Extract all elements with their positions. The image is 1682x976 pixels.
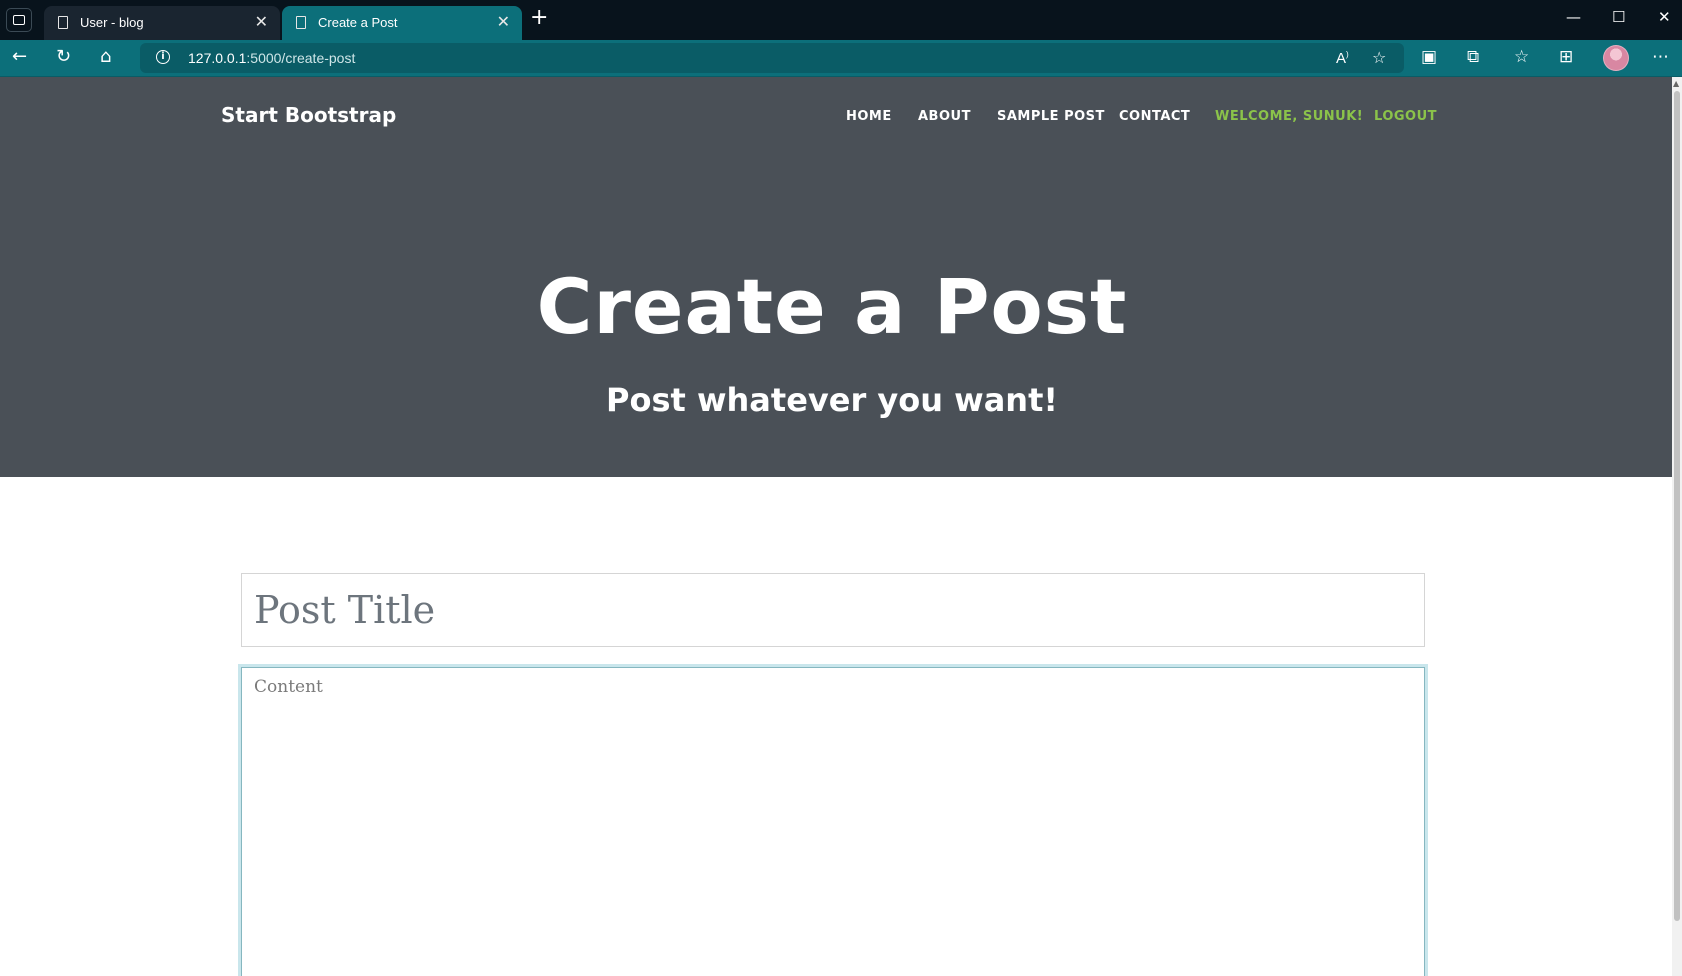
tab-create-post[interactable]: Create a Post ✕ [282,6,522,40]
close-icon[interactable]: ✕ [497,12,510,32]
nav-contact[interactable]: CONTACT [1119,109,1190,124]
extensions-icon[interactable]: ⧉ [1467,47,1479,67]
page-scrollbar[interactable]: ▲ [1672,77,1682,976]
tab-user-blog[interactable]: User - blog ✕ [44,6,280,40]
url-host: 127.0.0.1 [188,50,247,66]
browser-title-bar: User - blog ✕ Create a Post ✕ + — ☐ ✕ [0,0,1682,40]
browser-toolbar: ← ↻ ⌂ i 127.0.0.1:5000/create-post A) ☆ … [0,40,1682,77]
url-path: :5000/create-post [246,50,356,66]
scroll-up-icon[interactable]: ▲ [1673,79,1679,88]
site-info-icon[interactable]: i [156,50,170,64]
page-icon [296,16,306,29]
page-icon [58,16,68,29]
nav-logout[interactable]: LOGOUT [1374,109,1437,124]
page-subtitle: Post whatever you want! [606,381,1058,419]
content-field-wrapper [241,667,1425,976]
add-favorite-icon[interactable]: ☆ [1372,48,1386,67]
new-tab-button[interactable]: + [530,5,548,30]
address-bar[interactable]: i 127.0.0.1:5000/create-post A) ☆ [140,43,1404,73]
read-aloud-icon[interactable]: A) [1336,50,1349,67]
nav-home[interactable]: HOME [846,109,892,124]
refresh-icon[interactable]: ↻ [56,46,71,67]
immersive-reader-icon[interactable]: ▣ [1421,47,1437,67]
nav-sample-post[interactable]: SAMPLE POST [997,109,1105,124]
home-icon[interactable]: ⌂ [100,46,111,67]
page-viewport: Start Bootstrap HOME ABOUT SAMPLE POST C… [0,77,1672,976]
tab-actions-icon[interactable] [6,8,32,32]
back-icon[interactable]: ← [12,46,27,67]
favorites-icon[interactable]: ☆ [1514,47,1529,67]
masthead: Start Bootstrap HOME ABOUT SAMPLE POST C… [0,77,1672,477]
collections-icon[interactable]: ⊞ [1559,47,1573,67]
post-title-input[interactable] [241,573,1425,647]
tab-label: User - blog [80,15,144,30]
more-icon[interactable]: ⋯ [1652,47,1669,67]
url-text: 127.0.0.1:5000/create-post [188,50,355,66]
scrollbar-thumb[interactable] [1674,91,1680,921]
brand-link[interactable]: Start Bootstrap [221,103,396,127]
page-title: Create a Post [536,262,1128,351]
maximize-icon[interactable]: ☐ [1612,8,1625,26]
profile-avatar[interactable] [1603,45,1629,71]
tab-label: Create a Post [318,15,398,30]
window-close-icon[interactable]: ✕ [1658,8,1671,26]
nav-about[interactable]: ABOUT [918,109,971,124]
minimize-icon[interactable]: — [1566,8,1581,26]
post-content-textarea[interactable] [242,668,1424,976]
nav-welcome-user[interactable]: WELCOME, SUNUK! [1215,109,1363,124]
close-icon[interactable]: ✕ [255,12,268,32]
